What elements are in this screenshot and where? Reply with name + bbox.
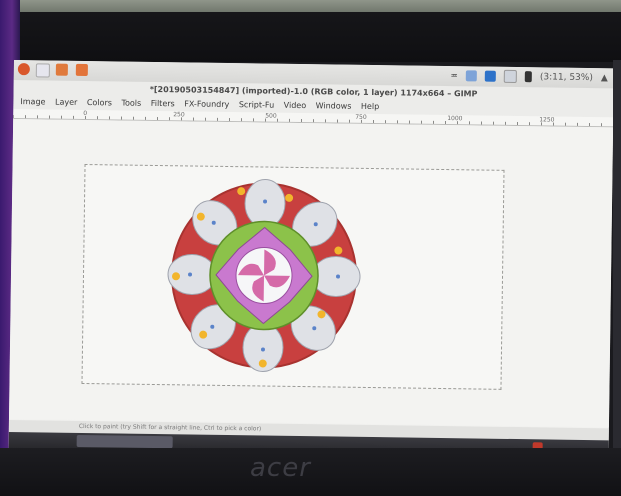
- menu-tools[interactable]: Tools: [121, 97, 141, 111]
- wifi-icon[interactable]: ≖: [450, 71, 458, 81]
- folder-launcher-icon[interactable]: [75, 63, 88, 77]
- menu-help[interactable]: Help: [361, 100, 379, 114]
- system-tray: ≖ (3:11, 53%) ▲: [450, 69, 608, 84]
- menu-script-fu[interactable]: Script-Fu: [239, 98, 275, 112]
- mandala-artwork: [167, 179, 361, 373]
- battery-icon[interactable]: [524, 71, 533, 83]
- menu-filters[interactable]: Filters: [151, 97, 175, 111]
- menu-layer[interactable]: Layer: [55, 96, 78, 110]
- menu-fx-foundry[interactable]: FX-Foundry: [184, 97, 229, 112]
- mail-launcher-icon[interactable]: [35, 63, 50, 78]
- clock[interactable]: (3:11, 53%): [540, 72, 593, 83]
- monitor-right-edge: [613, 60, 621, 450]
- screen: ≖ (3:11, 53%) ▲ *[20190503154847] (impor…: [8, 60, 614, 459]
- menu-image[interactable]: Image: [20, 95, 45, 109]
- menu-colors[interactable]: Colors: [87, 96, 112, 110]
- network-icon[interactable]: [484, 70, 497, 82]
- speaker-icon[interactable]: ▲: [601, 73, 608, 83]
- brand-logo: acer: [250, 453, 311, 483]
- taskbar-item-gimp[interactable]: [76, 434, 173, 449]
- mail-tray-icon[interactable]: [503, 69, 518, 84]
- taskbar-item[interactable]: [13, 434, 77, 447]
- canvas-area[interactable]: [8, 118, 614, 428]
- firefox-launcher-icon[interactable]: [17, 63, 30, 76]
- monitor-bezel-top: [0, 12, 621, 62]
- menu-video[interactable]: Video: [284, 99, 307, 113]
- menu-windows[interactable]: Windows: [316, 99, 352, 113]
- image-canvas[interactable]: [81, 163, 505, 390]
- status-message: Click to paint (try Shift for a straight…: [78, 422, 262, 433]
- files-launcher-icon[interactable]: [55, 63, 68, 76]
- screenshot-icon[interactable]: [465, 70, 478, 82]
